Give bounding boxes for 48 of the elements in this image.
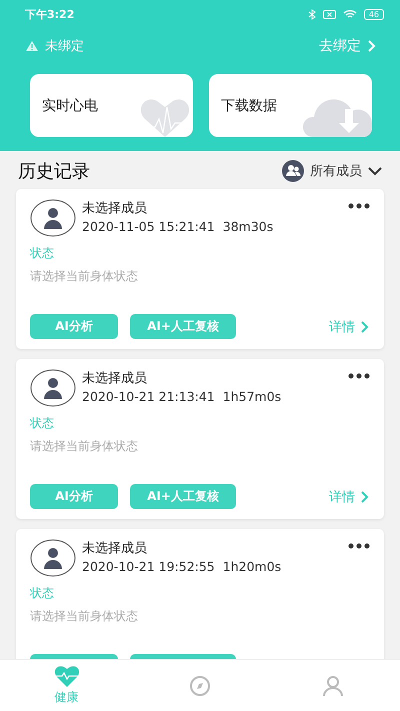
battery-level: 46 bbox=[364, 8, 384, 20]
bind-link[interactable]: 去绑定 bbox=[319, 37, 377, 55]
record-duration: 1h57m0s bbox=[222, 389, 282, 404]
details-link[interactable]: 详情 bbox=[329, 314, 370, 339]
group-icon bbox=[282, 160, 304, 182]
avatar-icon bbox=[30, 199, 76, 237]
status-hint[interactable]: 请选择当前身体状态 bbox=[30, 268, 370, 285]
chevron-down-icon bbox=[368, 166, 382, 176]
chevron-right-icon bbox=[360, 320, 370, 334]
nav-tab[interactable]: 健康 bbox=[0, 660, 134, 711]
chevron-right-icon bbox=[360, 490, 370, 504]
compass-icon bbox=[188, 674, 212, 696]
status-label: 状态 bbox=[30, 415, 55, 432]
ai-analysis-button[interactable]: AI分析 bbox=[30, 484, 118, 509]
heart-pulse-icon bbox=[54, 665, 80, 687]
member-name: 未选择成员 bbox=[82, 200, 148, 217]
binding-status: 未绑定 bbox=[45, 38, 84, 55]
details-link[interactable]: 详情 bbox=[329, 484, 370, 509]
sim-icon bbox=[322, 10, 336, 18]
wifi-icon bbox=[342, 9, 357, 19]
record-datetime: 2020-11-05 15:21:41 bbox=[82, 219, 215, 234]
more-icon[interactable] bbox=[348, 543, 370, 549]
status-label: 状态 bbox=[30, 245, 55, 262]
member-filter[interactable]: 所有成员 bbox=[282, 160, 382, 182]
person-icon bbox=[321, 674, 346, 696]
record-duration: 38m30s bbox=[222, 219, 274, 234]
ai-review-button[interactable]: AI+人工复核 bbox=[130, 314, 236, 339]
avatar-icon bbox=[30, 539, 76, 577]
record-datetime: 2020-10-21 21:13:41 bbox=[82, 389, 215, 404]
more-icon[interactable] bbox=[348, 203, 370, 209]
section-title: 历史记录 bbox=[18, 160, 90, 183]
chevron-right-icon bbox=[367, 39, 377, 53]
status-hint[interactable]: 请选择当前身体状态 bbox=[30, 608, 370, 625]
ai-analysis-button[interactable]: AI分析 bbox=[30, 314, 118, 339]
status-label: 状态 bbox=[30, 585, 55, 602]
member-name: 未选择成员 bbox=[82, 370, 148, 387]
more-icon[interactable] bbox=[348, 373, 370, 379]
record-datetime: 2020-10-21 19:52:55 bbox=[82, 559, 215, 574]
member-name: 未选择成员 bbox=[82, 540, 148, 557]
status-time: 下午3:22 bbox=[25, 6, 74, 22]
shortcut-card[interactable]: 实时心电 bbox=[30, 74, 193, 137]
avatar-icon bbox=[30, 369, 76, 407]
warning-icon bbox=[25, 40, 39, 52]
record-duration: 1h20m0s bbox=[222, 559, 282, 574]
shortcut-card[interactable]: 下载数据 bbox=[209, 74, 372, 137]
status-hint[interactable]: 请选择当前身体状态 bbox=[30, 438, 370, 455]
bluetooth-icon bbox=[308, 8, 316, 20]
ai-review-button[interactable]: AI+人工复核 bbox=[130, 484, 236, 509]
